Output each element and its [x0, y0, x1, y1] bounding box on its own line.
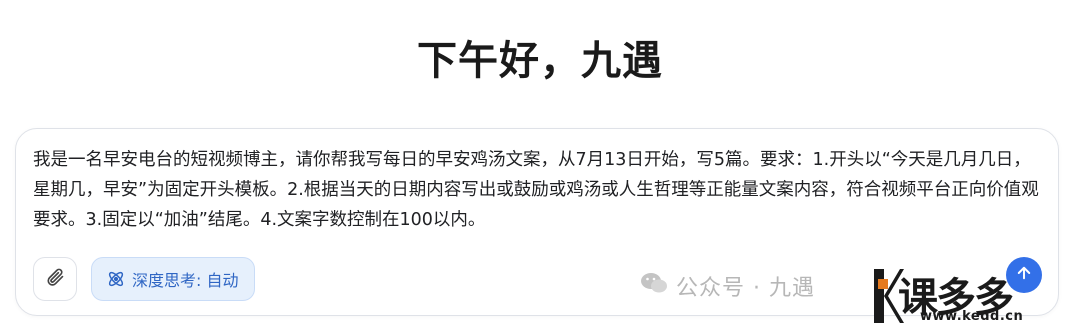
- logo-site: www.kedd.cn: [920, 309, 1024, 324]
- paperclip-icon: [45, 267, 65, 291]
- deep-think-label: 深度思考: 自动: [132, 271, 239, 290]
- deep-think-toggle[interactable]: 深度思考: 自动: [91, 257, 256, 301]
- chat-home-page: 下午好，九遇 我是一名早安电台的短视频博主，请你帮我写每日的早安鸡汤文案，从7月…: [0, 0, 1080, 333]
- greeting-title: 下午好，九遇: [417, 38, 663, 84]
- atom-icon: [106, 269, 126, 289]
- site-logo: 课多多 www.kedd.cn: [874, 265, 1074, 329]
- prompt-input[interactable]: 我是一名早安电台的短视频博主，请你帮我写每日的早安鸡汤文案，从7月13日开始，写…: [33, 145, 1045, 235]
- attach-button[interactable]: [33, 257, 77, 301]
